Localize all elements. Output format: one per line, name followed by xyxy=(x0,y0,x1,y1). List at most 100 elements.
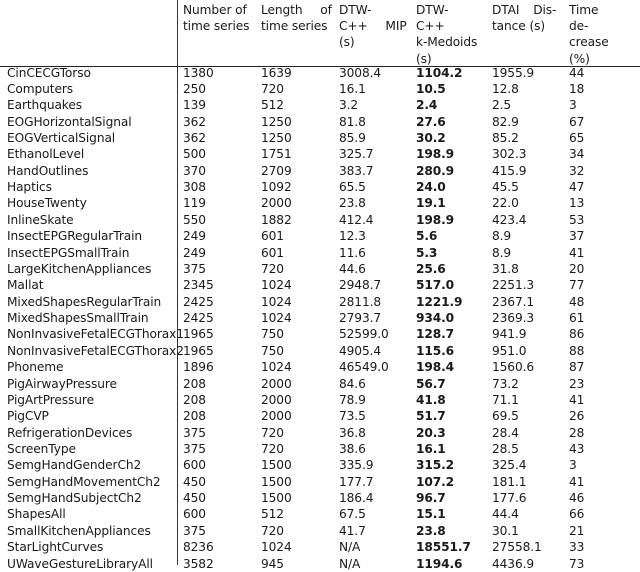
length-series-cell: 1024 xyxy=(261,311,292,326)
header-line: DTW- xyxy=(339,3,372,17)
num-series-cell: 139 xyxy=(183,98,206,113)
header-line: tance (s) xyxy=(492,19,546,34)
num-series-cell: 250 xyxy=(183,81,206,96)
time-decrease-cell: 37 xyxy=(569,229,585,244)
length-series-cell: 750 xyxy=(261,343,284,358)
length-series-cell: 720 xyxy=(261,442,284,456)
dataset-name-cell: EOGHorizontalSignal xyxy=(7,114,132,129)
table-row: Computers 250 720 16.1 10.5 12.8 18 xyxy=(0,81,640,97)
dataset-name-cell: Phoneme xyxy=(7,360,64,375)
time-decrease-cell: 13 xyxy=(569,196,585,211)
dataset-name-cell: PigArtPressure xyxy=(7,392,94,407)
num-series-cell: 450 xyxy=(183,474,206,489)
length-series-cell: 512 xyxy=(261,98,284,113)
num-series-cell: 1965 xyxy=(183,343,214,358)
length-series-cell: 1250 xyxy=(261,130,292,145)
dataset-name-cell: CinCECGTorso xyxy=(7,65,91,80)
length-series-cell: 720 xyxy=(261,425,284,440)
dtai-time-cell: 30.1 xyxy=(492,523,519,538)
dataset-name-cell: UWaveGestureLibraryAll xyxy=(7,556,153,571)
length-series-cell: 2000 xyxy=(261,392,292,407)
table-row: EthanolLevel 500 1751 325.7 198.9 302.3 34 xyxy=(0,146,640,162)
dtw-mip-time-cell: 23.8 xyxy=(339,196,366,211)
dtw-kmedoids-time-cell: 5.6 xyxy=(416,229,438,244)
length-series-cell: 1092 xyxy=(261,180,292,195)
dtai-time-cell: 325.4 xyxy=(492,458,527,473)
dtw-kmedoids-time-cell: 25.6 xyxy=(416,261,446,276)
time-decrease-cell: 48 xyxy=(569,294,585,309)
num-series-cell: 362 xyxy=(183,114,206,129)
num-series-cell: 450 xyxy=(183,491,206,506)
dtw-mip-time-cell: 3008.4 xyxy=(339,65,382,80)
dtw-kmedoids-time-cell: 107.2 xyxy=(416,474,455,489)
dtw-mip-time-cell: N/A xyxy=(339,540,361,555)
time-decrease-cell: 20 xyxy=(569,261,585,276)
dataset-name-cell: PigCVP xyxy=(7,409,49,424)
dtw-kmedoids-time-cell: 27.6 xyxy=(416,114,446,129)
num-series-cell: 375 xyxy=(183,425,206,440)
dtw-kmedoids-time-cell: 198.9 xyxy=(416,212,455,227)
time-decrease-cell: 41 xyxy=(569,474,585,489)
dtw-kmedoids-time-cell: 1104.2 xyxy=(416,65,463,80)
header-len-series: Length of time series xyxy=(261,2,333,34)
time-decrease-cell: 26 xyxy=(569,409,585,424)
dtw-mip-time-cell: 85.9 xyxy=(339,130,366,145)
header-decrease: Time de- crease (%) xyxy=(569,2,635,67)
dtw-kmedoids-time-cell: 315.2 xyxy=(416,458,455,473)
dtw-mip-time-cell: 16.1 xyxy=(339,81,366,96)
dtw-mip-time-cell: 2811.8 xyxy=(339,294,382,309)
dataset-name-cell: Mallat xyxy=(7,278,44,293)
length-series-cell: 720 xyxy=(261,523,284,538)
header-line: C++ MIP xyxy=(339,19,407,34)
length-series-cell: 750 xyxy=(261,327,284,342)
num-series-cell: 375 xyxy=(183,442,206,456)
time-decrease-cell: 23 xyxy=(569,376,585,391)
dtw-kmedoids-time-cell: 1221.9 xyxy=(416,294,463,309)
num-series-cell: 550 xyxy=(183,212,206,227)
length-series-cell: 1751 xyxy=(261,147,292,162)
dtai-time-cell: 2.5 xyxy=(492,98,512,113)
time-decrease-cell: 41 xyxy=(569,392,585,407)
dtw-mip-time-cell: 2793.7 xyxy=(339,311,382,326)
dtai-time-cell: 1955.9 xyxy=(492,65,535,80)
time-decrease-cell: 53 xyxy=(569,212,585,227)
num-series-cell: 370 xyxy=(183,163,206,178)
table-row: NonInvasiveFetalECGThorax2 1965 750 4905.4 1… xyxy=(0,343,640,359)
dtai-time-cell: 45.5 xyxy=(492,180,519,195)
time-decrease-cell: 47 xyxy=(569,180,585,195)
header-line: Time de- xyxy=(569,3,599,34)
dtw-mip-time-cell: 41.7 xyxy=(339,523,366,538)
num-series-cell: 1965 xyxy=(183,327,214,342)
dtw-mip-time-cell: N/A xyxy=(339,556,361,571)
dtw-kmedoids-time-cell: 19.1 xyxy=(416,196,446,211)
length-series-cell: 720 xyxy=(261,261,284,276)
table-row: SmallKitchenAppliances 375 720 41.7 23.8 30.1… xyxy=(0,523,640,539)
dataset-name-cell: PigAirwayPressure xyxy=(7,376,117,391)
dtai-time-cell: 28.5 xyxy=(492,442,519,456)
dtw-kmedoids-time-cell: 15.1 xyxy=(416,507,446,522)
num-series-cell: 375 xyxy=(183,261,206,276)
dtw-kmedoids-time-cell: 1194.6 xyxy=(416,556,463,571)
dtw-mip-time-cell: 186.4 xyxy=(339,491,374,506)
num-series-cell: 119 xyxy=(183,196,206,211)
dtw-mip-time-cell: 67.5 xyxy=(339,507,366,522)
time-decrease-cell: 3 xyxy=(569,458,577,473)
dtw-kmedoids-time-cell: 198.9 xyxy=(416,147,455,162)
dtw-mip-time-cell: 383.7 xyxy=(339,163,374,178)
dtw-kmedoids-time-cell: 10.5 xyxy=(416,81,446,96)
dtw-kmedoids-time-cell: 23.8 xyxy=(416,523,446,538)
table-row: Phoneme 1896 1024 46549.0 198.4 1560.6 87 xyxy=(0,359,640,375)
table-row: InlineSkate 550 1882 412.4 198.9 423.4 53 xyxy=(0,212,640,228)
dataset-name-cell: Earthquakes xyxy=(7,98,82,113)
dtw-kmedoids-time-cell: 5.3 xyxy=(416,245,438,260)
dtw-kmedoids-time-cell: 198.4 xyxy=(416,360,455,375)
dtw-kmedoids-time-cell: 128.7 xyxy=(416,327,455,342)
dtw-kmedoids-time-cell: 934.0 xyxy=(416,311,455,326)
num-series-cell: 308 xyxy=(183,180,206,195)
dtw-kmedoids-time-cell: 41.8 xyxy=(416,392,446,407)
time-decrease-cell: 33 xyxy=(569,540,585,555)
time-decrease-cell: 77 xyxy=(569,278,585,293)
header-dtw-mip: DTW- C++ MIP (s) xyxy=(339,2,411,51)
num-series-cell: 3582 xyxy=(183,556,214,571)
dtw-mip-time-cell: 52599.0 xyxy=(339,327,389,342)
